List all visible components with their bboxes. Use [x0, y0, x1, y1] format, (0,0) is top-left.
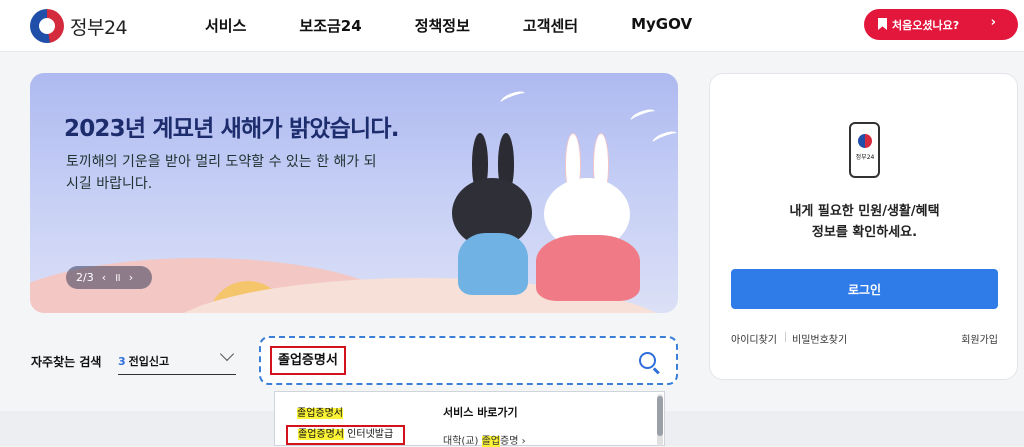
login-button[interactable]: 로그인	[731, 269, 998, 309]
first-visit-label: 처음오셨나요?	[892, 18, 960, 32]
shortcut-post: 증명	[500, 436, 519, 447]
bookmark-icon	[878, 18, 887, 30]
logo-text: 정부24	[70, 16, 128, 39]
find-id-link[interactable]: 아이디찾기	[731, 331, 777, 346]
nav-item-services[interactable]: 서비스	[205, 15, 246, 36]
site-header: 정부24 서비스 보조금24 정책정보 고객센터 MyGOV 처음오셨나요? ›	[0, 0, 1024, 52]
chevron-right-icon: ›	[521, 436, 526, 447]
taegeuk-logo-icon	[858, 134, 872, 148]
frequent-search-label: 자주찾는 검색	[31, 355, 102, 369]
banner-subtitle: 토끼해의 기운을 받아 멀리 도약할 수 있는 한 해가 되시길 바랍니다.	[66, 154, 377, 192]
dropdown-scrollbar[interactable]	[657, 394, 663, 446]
crane-icon	[629, 106, 657, 126]
shortcut-pre: 대학(교)	[443, 436, 482, 447]
banner-pager: 2/3 ‹ ॥ ›	[66, 266, 152, 289]
frequent-term: 전입신고	[128, 355, 170, 368]
prev-icon[interactable]: ‹	[102, 271, 106, 284]
suggestion-match: 졸업증명서	[297, 408, 343, 419]
chevron-down-icon	[219, 346, 235, 362]
suggestion-match: 졸업증명서	[298, 429, 344, 440]
chevron-right-icon: ›	[990, 15, 996, 30]
suggestion-item[interactable]: 졸업증명서 인터넷발급	[286, 425, 406, 445]
login-message: 내게 필요한 민원/생활/혜택 정보를 확인하세요.	[789, 204, 940, 240]
first-visit-button[interactable]: 처음오셨나요? ›	[864, 9, 1018, 40]
nav-item-mygov[interactable]: MyGOV	[631, 15, 692, 36]
phone-label: 정부24	[855, 154, 875, 161]
pager-count: 2/3	[76, 271, 94, 284]
shortcut-match: 졸업	[481, 436, 500, 447]
pause-icon[interactable]: ॥	[114, 270, 121, 285]
scrollbar-thumb[interactable]	[657, 396, 663, 436]
logo[interactable]: 정부24	[30, 9, 128, 43]
nav-item-subsidy[interactable]: 보조금24	[299, 15, 361, 36]
crane-icon	[651, 128, 678, 148]
banner-title: 2023년 계묘년 새해가 밝았습니다.	[64, 116, 400, 142]
search-query: 졸업증명서	[270, 346, 346, 375]
main-nav: 서비스 보조금24 정책정보 고객센터 MyGOV	[205, 15, 745, 36]
find-password-link[interactable]: 비밀번호찾기	[792, 331, 847, 346]
nav-item-support[interactable]: 고객센터	[523, 15, 578, 36]
nav-item-policy[interactable]: 정책정보	[415, 15, 470, 36]
shortcuts-heading: 서비스 바로가기	[443, 406, 518, 419]
autocomplete-dropdown: 졸업증명서 졸업증명서 인터넷발급 서비스 바로가기 대학(교) 졸업증명 ›	[274, 391, 665, 447]
hero-banner[interactable]: 2023년 계묘년 새해가 밝았습니다. 토끼해의 기운을 받아 멀리 도약할 …	[30, 73, 678, 313]
frequent-search-select[interactable]: 3 전입신고	[118, 345, 236, 375]
frequent-rank: 3	[118, 355, 126, 368]
login-card: 정부24 내게 필요한 민원/생활/혜택 정보를 확인하세요. 로그인 아이디찾…	[709, 73, 1018, 380]
next-icon[interactable]: ›	[129, 271, 133, 284]
shortcut-link[interactable]: 대학(교) 졸업증명 ›	[443, 432, 526, 447]
search-input[interactable]: 졸업증명서	[259, 336, 678, 385]
divider	[785, 332, 786, 342]
suggestion-rest: 인터넷발급	[344, 429, 394, 440]
signup-link[interactable]: 회원가입	[961, 331, 998, 346]
crane-icon	[499, 88, 527, 108]
phone-icon: 정부24	[849, 122, 880, 178]
search-icon[interactable]	[639, 352, 656, 369]
taegeuk-logo-icon	[30, 9, 64, 43]
suggestion-item[interactable]: 졸업증명서	[297, 404, 343, 419]
